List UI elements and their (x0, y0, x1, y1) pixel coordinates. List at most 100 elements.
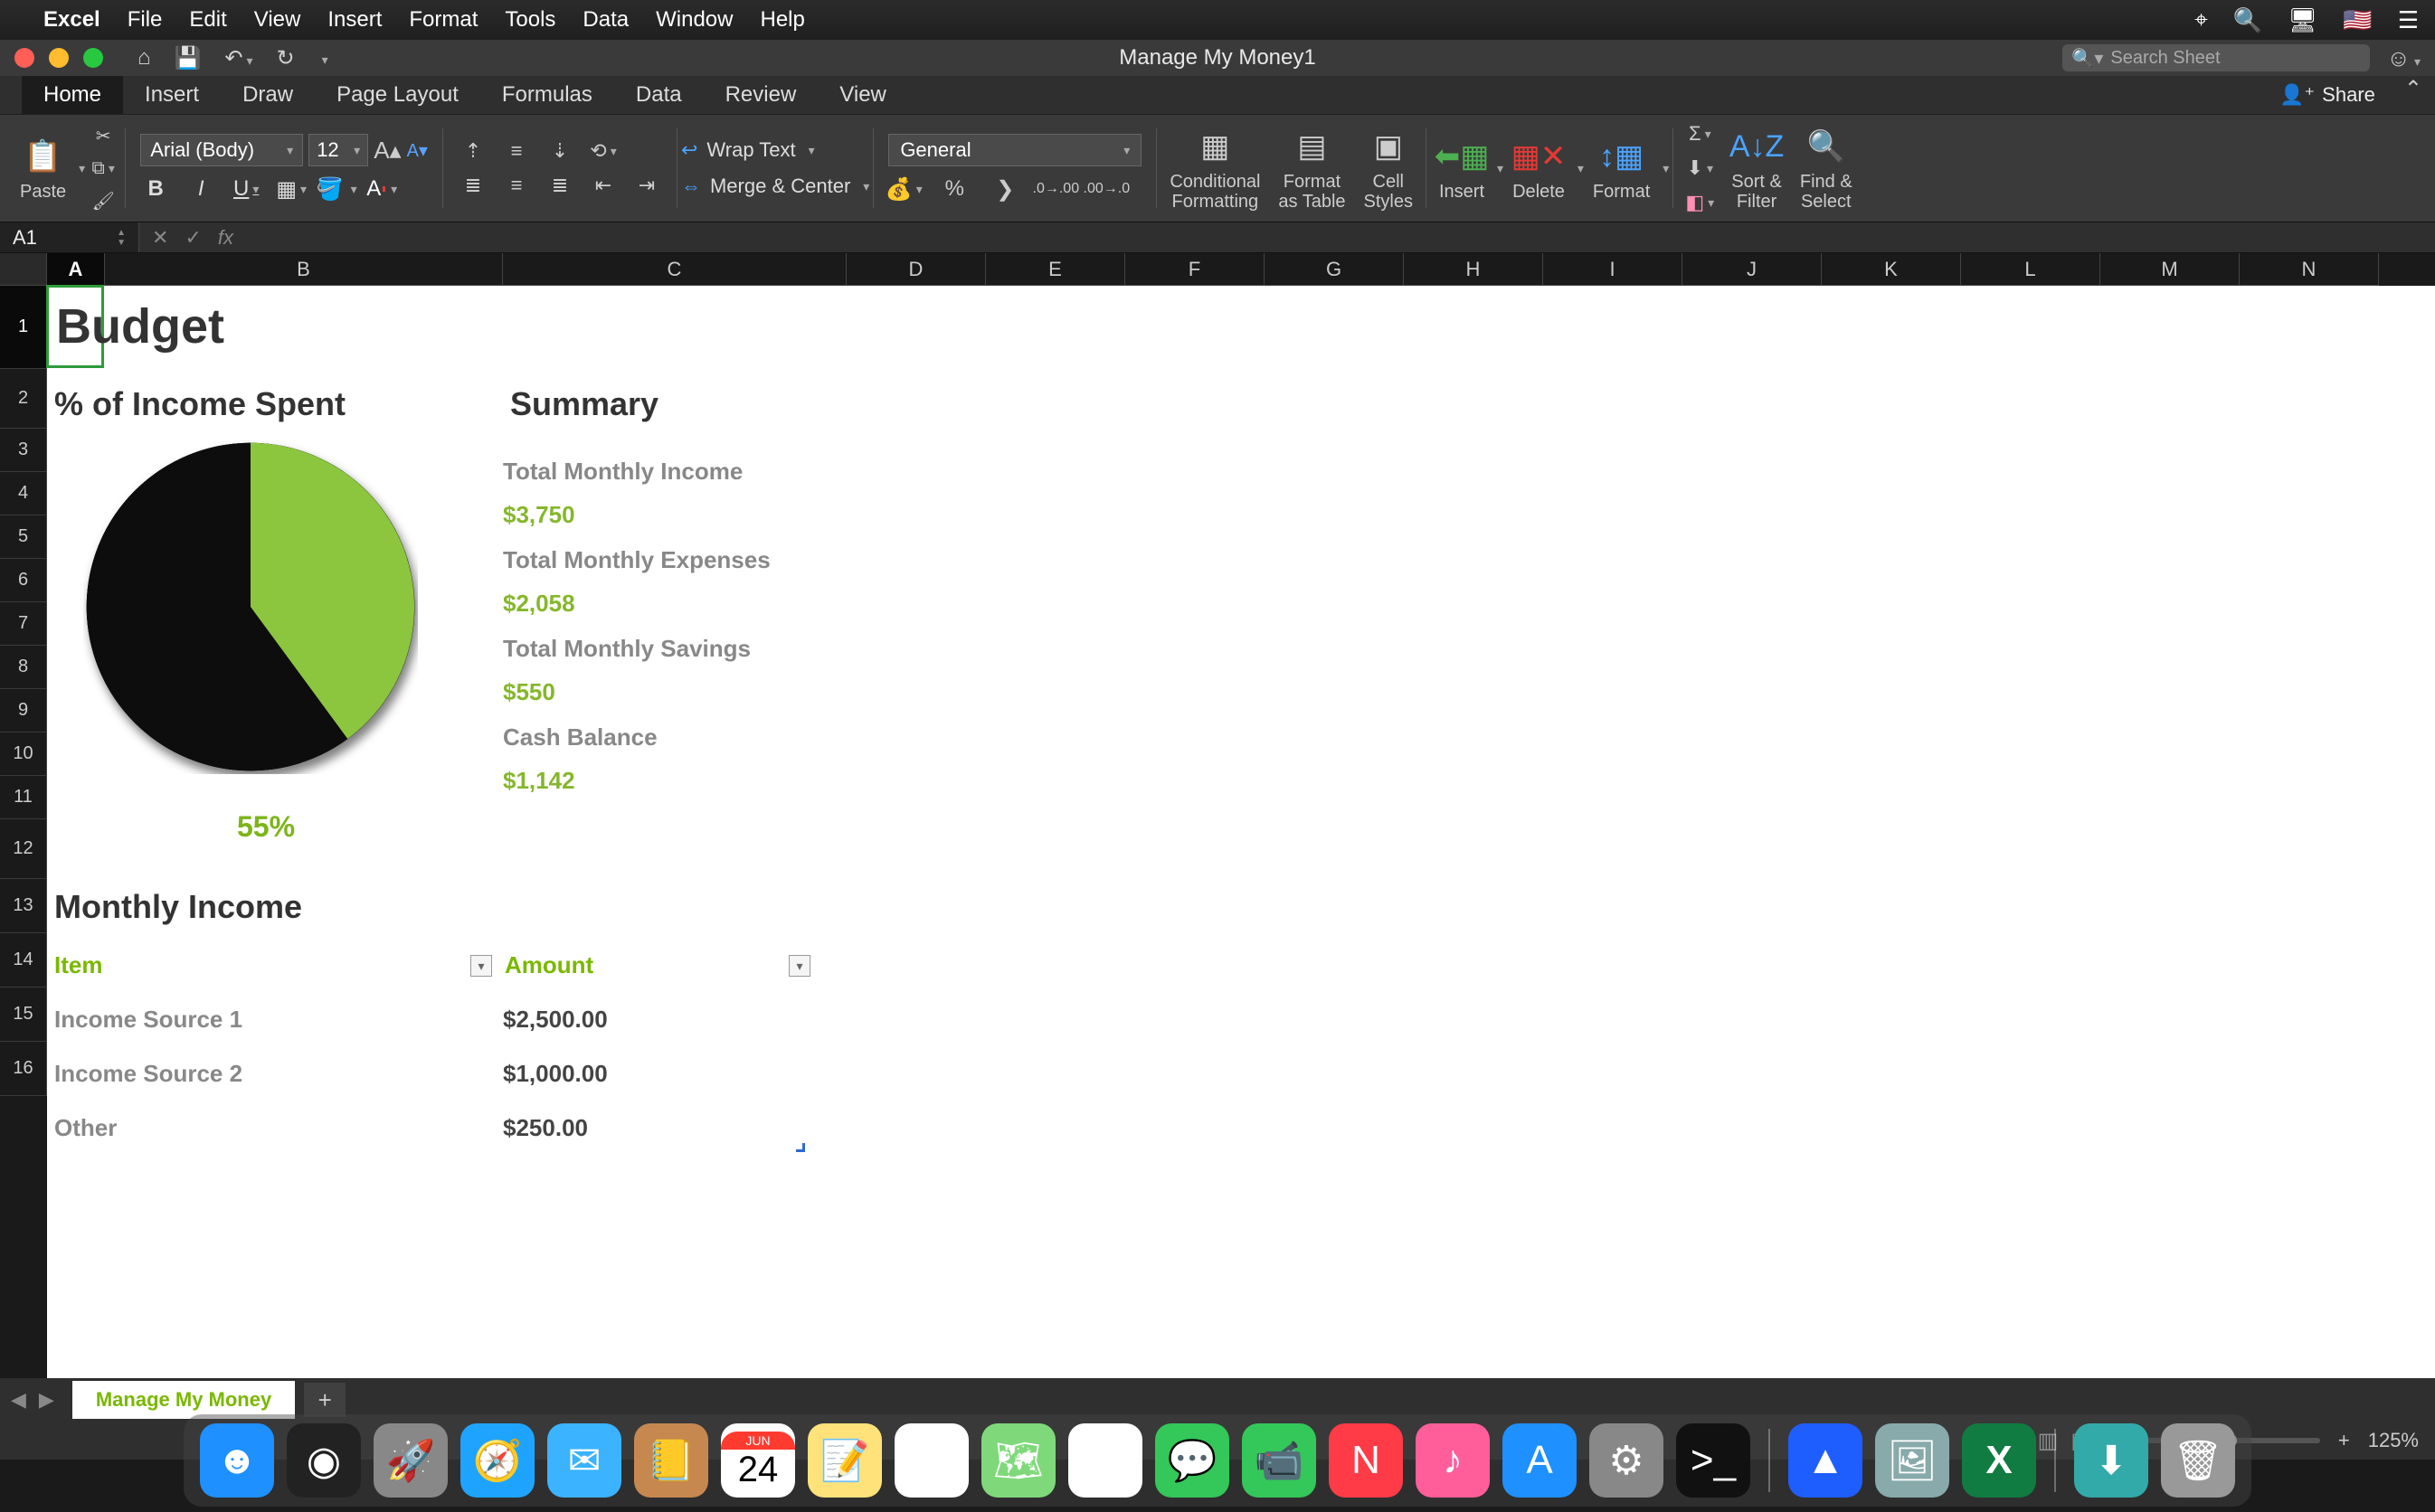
align-middle-icon[interactable]: ≡ (501, 138, 532, 164)
col-header-G[interactable]: G (1265, 253, 1404, 286)
autosum-icon[interactable]: Σ▾ (1684, 121, 1715, 146)
dock-mail-icon[interactable]: ✉ (547, 1423, 621, 1498)
align-bottom-icon[interactable]: ⇣ (545, 138, 575, 164)
align-center-icon[interactable]: ≡ (501, 173, 532, 198)
dock-finder-icon[interactable]: ☻ (200, 1423, 274, 1498)
redo-icon[interactable]: ↻ (277, 45, 295, 71)
dock-music-icon[interactable]: ♪ (1416, 1423, 1490, 1498)
paste-button[interactable]: 📋 Paste (11, 115, 75, 222)
spotlight-icon[interactable]: 🔍 (2233, 6, 2262, 34)
number-format-select[interactable]: General▾ (888, 134, 1142, 166)
row-header-6[interactable]: 6 (0, 559, 47, 602)
dock-terminal-icon[interactable]: >_ (1676, 1423, 1750, 1498)
menu-help[interactable]: Help (760, 7, 804, 33)
dock-appstore-icon[interactable]: A (1502, 1423, 1577, 1498)
dock-settings-icon[interactable]: ⚙ (1589, 1423, 1663, 1498)
sheet-canvas[interactable]: Budget % of Income Spent Summary (47, 286, 2435, 1378)
fill-color-button[interactable]: 🪣▾ (321, 175, 352, 203)
wrap-text-button[interactable]: ↩Wrap Text▾ (681, 138, 869, 162)
underline-button[interactable]: U▾ (231, 175, 261, 203)
decrease-indent-icon[interactable]: ⇤ (588, 173, 619, 198)
enter-formula-icon[interactable]: ✓ (185, 226, 201, 250)
font-color-button[interactable]: A▾ (366, 175, 397, 203)
conditional-formatting-button[interactable]: ▦Conditional Formatting (1161, 115, 1269, 222)
align-left-icon[interactable]: ≣ (458, 173, 488, 198)
format-painter-icon[interactable]: 🖌 (90, 188, 116, 213)
col-header-C[interactable]: C (503, 253, 847, 286)
row-header-4[interactable]: 4 (0, 472, 47, 515)
close-button[interactable] (14, 48, 34, 68)
format-as-table-button[interactable]: ▤Format as Table (1269, 115, 1354, 222)
row-header-3[interactable]: 3 (0, 429, 47, 472)
menu-format[interactable]: Format (409, 7, 478, 33)
italic-button[interactable]: I (185, 175, 216, 203)
dock-siri-icon[interactable]: ◉ (287, 1423, 361, 1498)
col-header-A[interactable]: A (47, 253, 105, 286)
decrease-decimal-icon[interactable]: .00→.0 (1091, 175, 1122, 203)
align-top-icon[interactable]: ⇡ (458, 138, 488, 164)
name-box[interactable]: A1▲▼ (0, 222, 139, 252)
insert-cells-button[interactable]: ⬅▦Insert (1430, 115, 1493, 222)
dock-launchpad-icon[interactable]: 🚀 (374, 1423, 448, 1498)
increase-decimal-icon[interactable]: .0→.00 (1040, 175, 1071, 203)
dock-contacts-icon[interactable]: 📒 (634, 1423, 708, 1498)
zoom-in-button[interactable]: + (2338, 1429, 2350, 1452)
row-header-7[interactable]: 7 (0, 602, 47, 646)
increase-indent-icon[interactable]: ⇥ (631, 173, 662, 198)
zoom-button[interactable] (83, 48, 103, 68)
col-header-I[interactable]: I (1543, 253, 1682, 286)
select-all-corner[interactable] (0, 253, 47, 286)
row-header-16[interactable]: 16 (0, 1042, 47, 1096)
border-button[interactable]: ▦▾ (276, 175, 307, 203)
cell-styles-button[interactable]: ▣Cell Styles (1355, 115, 1422, 222)
merge-center-button[interactable]: ⇔Merge & Center▾ (681, 175, 869, 198)
row-header-14[interactable]: 14 (0, 933, 47, 988)
formula-input[interactable] (246, 222, 2435, 252)
undo-icon[interactable]: ↶▾ (224, 45, 252, 71)
save-icon[interactable]: 💾 (175, 45, 202, 71)
comma-icon[interactable]: ❯ (990, 175, 1020, 203)
filter-item-button[interactable]: ▾ (470, 955, 492, 977)
row-header-10[interactable]: 10 (0, 732, 47, 776)
col-header-K[interactable]: K (1822, 253, 1961, 286)
find-select-button[interactable]: 🔍Find & Select (1791, 115, 1862, 222)
row-header-9[interactable]: 9 (0, 689, 47, 732)
font-size-select[interactable]: 12▾ (308, 134, 368, 166)
control-center-icon[interactable]: ☰ (2398, 6, 2419, 34)
sheet-tab-active[interactable]: Manage My Money (72, 1381, 295, 1419)
menu-edit[interactable]: Edit (189, 7, 226, 33)
bold-button[interactable]: B (140, 175, 171, 203)
menu-insert[interactable]: Insert (327, 7, 382, 33)
percent-icon[interactable]: % (939, 175, 970, 203)
orientation-icon[interactable]: ⟲▾ (588, 138, 619, 164)
col-header-N[interactable]: N (2240, 253, 2379, 286)
row-header-11[interactable]: 11 (0, 776, 47, 819)
delete-cells-button[interactable]: ▦✕Delete (1503, 115, 1574, 222)
col-header-B[interactable]: B (105, 253, 503, 286)
tab-insert[interactable]: Insert (123, 76, 221, 114)
tab-home[interactable]: Home (22, 76, 123, 114)
col-header-H[interactable]: H (1404, 253, 1543, 286)
fill-icon[interactable]: ⬇▾ (1684, 156, 1715, 181)
dock-facetime-icon[interactable]: 📹 (1242, 1423, 1316, 1498)
row-header-1[interactable]: 1 (0, 286, 47, 369)
tab-prev-icon[interactable]: ◀ (11, 1388, 26, 1412)
dock-trash-icon[interactable]: 🗑 (2161, 1423, 2235, 1498)
feedback-icon[interactable]: ☺▾ (2386, 44, 2421, 72)
col-header-L[interactable]: L (1961, 253, 2100, 286)
row-header-8[interactable]: 8 (0, 646, 47, 689)
dock-downloads-icon[interactable]: ⬇ (2074, 1423, 2148, 1498)
home-icon[interactable]: ⌂ (137, 45, 151, 71)
menu-file[interactable]: File (128, 7, 163, 33)
copy-icon[interactable]: ⧉▾ (90, 156, 116, 181)
tab-page-layout[interactable]: Page Layout (315, 76, 480, 114)
decrease-font-icon[interactable]: A▾ (407, 139, 428, 162)
collapse-ribbon-button[interactable]: ⌃ (2392, 76, 2435, 114)
dock-notes-icon[interactable]: 📝 (808, 1423, 882, 1498)
tab-view[interactable]: View (818, 76, 908, 114)
display-icon[interactable]: 🖥 (2288, 6, 2317, 34)
sort-filter-button[interactable]: A↓ZSort & Filter (1722, 115, 1791, 222)
dock-maps-icon[interactable]: 🗺 (981, 1423, 1056, 1498)
increase-font-icon[interactable]: A▴ (374, 137, 401, 165)
font-name-select[interactable]: Arial (Body)▾ (140, 134, 303, 166)
